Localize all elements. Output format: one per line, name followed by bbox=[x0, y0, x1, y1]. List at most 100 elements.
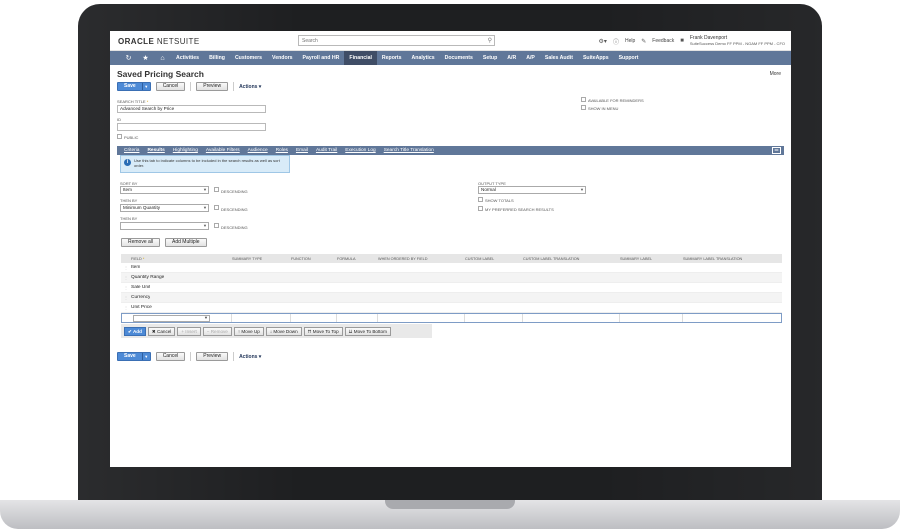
table-row[interactable]: ⋮ Unit Price bbox=[121, 303, 782, 313]
then-by-2-label: Then By bbox=[120, 216, 138, 221]
cancel-button[interactable]: Cancel bbox=[155, 82, 186, 91]
add-row-button[interactable]: ✔ Add bbox=[124, 326, 146, 336]
search-icon[interactable]: ⚲ bbox=[488, 37, 492, 44]
save-button[interactable]: Save ▼ bbox=[117, 82, 151, 91]
public-checkbox[interactable] bbox=[117, 134, 122, 139]
search-title-label: Search Title * bbox=[117, 99, 148, 104]
search-title-input[interactable]: Advanced Search by Price bbox=[117, 105, 266, 113]
descending-checkbox-2[interactable] bbox=[214, 205, 219, 210]
recent-users-icon[interactable]: ⚙▾ bbox=[599, 38, 607, 45]
table-row[interactable]: ⋮ Quantity Range bbox=[121, 273, 782, 283]
nav-activities[interactable]: Activities bbox=[171, 51, 204, 65]
table-row[interactable]: ⋮ Currency bbox=[121, 293, 782, 303]
recent-records-icon[interactable]: ↻ bbox=[120, 54, 137, 62]
oracle-netsuite-logo[interactable]: ORACLE NETSUITE bbox=[118, 37, 200, 46]
nav-ap[interactable]: A/P bbox=[521, 51, 540, 65]
cancel-button-bottom[interactable]: Cancel bbox=[155, 352, 186, 361]
nav-financial[interactable]: Financial bbox=[344, 51, 377, 65]
output-type-select[interactable]: Normal ▼ bbox=[478, 186, 586, 194]
available-for-reminders-checkbox[interactable] bbox=[581, 97, 586, 102]
col-custom-label: Custom Label bbox=[465, 256, 495, 261]
drag-handle-icon[interactable]: ⋮ bbox=[121, 265, 131, 270]
descending-checkbox-3[interactable] bbox=[214, 223, 219, 228]
tab-results[interactable]: Results bbox=[143, 146, 168, 155]
header-tools: ⚙▾ ⓘ Help ✎ Feedback ■ Frank Davenport S… bbox=[599, 35, 785, 47]
nav-reports[interactable]: Reports bbox=[377, 51, 407, 65]
move-down-button[interactable]: ↓ Move Down bbox=[265, 326, 302, 336]
nav-billing[interactable]: Billing bbox=[204, 51, 230, 65]
summary-type-cell[interactable] bbox=[232, 314, 291, 322]
more-link[interactable]: More bbox=[770, 71, 781, 77]
tab-audience[interactable]: Audience bbox=[244, 146, 272, 155]
home-icon[interactable]: ⌂ bbox=[154, 55, 171, 62]
tab-criteria[interactable]: Criteria bbox=[120, 146, 143, 155]
tab-available-filters[interactable]: Available Filters bbox=[202, 146, 244, 155]
grid-header: Field * Summary Type Function Formula Wh… bbox=[121, 254, 782, 263]
feedback-icon[interactable]: ✎ bbox=[641, 38, 646, 45]
save-options-chevron-icon[interactable]: ▼ bbox=[141, 83, 150, 90]
then-by-select[interactable]: Minimum Quantity ▼ bbox=[120, 204, 209, 212]
custom-label-translation-cell[interactable] bbox=[523, 314, 620, 322]
nav-ar[interactable]: A/R bbox=[502, 51, 521, 65]
insert-row-button[interactable]: + Insert bbox=[177, 326, 201, 336]
save-options-chevron-icon[interactable]: ▼ bbox=[141, 353, 150, 360]
tab-search-title-translation[interactable]: Search Title Translation bbox=[380, 146, 438, 155]
tab-email[interactable]: Email bbox=[292, 146, 312, 155]
save-button-bottom[interactable]: Save ▼ bbox=[117, 352, 151, 361]
user-avatar-icon[interactable]: ■ bbox=[680, 38, 684, 44]
sort-by-select[interactable]: Item ▼ bbox=[120, 186, 209, 194]
feedback-link[interactable]: Feedback bbox=[652, 38, 674, 44]
drag-handle-icon[interactable]: ⋮ bbox=[121, 275, 131, 280]
move-to-top-button[interactable]: ⇈ Move To Top bbox=[303, 326, 343, 336]
table-row[interactable]: ⋮ Sale Unit bbox=[121, 283, 782, 293]
descending-checkbox-1[interactable] bbox=[214, 187, 219, 192]
drag-handle-icon[interactable]: ⋮ bbox=[121, 295, 131, 300]
remove-all-button[interactable]: Remove all bbox=[121, 238, 161, 247]
info-icon: i bbox=[124, 159, 131, 166]
nav-analytics[interactable]: Analytics bbox=[407, 51, 440, 65]
nav-documents[interactable]: Documents bbox=[440, 51, 478, 65]
move-up-button[interactable]: ↑ Move Up bbox=[233, 326, 264, 336]
drag-handle-icon[interactable]: ⋮ bbox=[121, 285, 131, 290]
row-field-value: Currency bbox=[131, 295, 151, 300]
show-totals-checkbox[interactable] bbox=[478, 197, 483, 202]
help-icon[interactable]: ⓘ bbox=[613, 37, 619, 46]
formula-cell[interactable] bbox=[337, 314, 378, 322]
id-input[interactable] bbox=[117, 123, 266, 131]
actions-menu[interactable]: Actions ▾ bbox=[239, 84, 261, 90]
tab-execution-log[interactable]: Execution Log bbox=[341, 146, 379, 155]
nav-vendors[interactable]: Vendors bbox=[267, 51, 297, 65]
remove-row-button[interactable]: − Remove bbox=[202, 326, 232, 336]
move-to-bottom-button[interactable]: ⇊ Move To Bottom bbox=[344, 326, 391, 336]
preview-button-bottom[interactable]: Preview bbox=[196, 352, 229, 361]
cancel-row-button[interactable]: ✖ Cancel bbox=[147, 326, 176, 336]
nav-setup[interactable]: Setup bbox=[478, 51, 502, 65]
preferred-results-checkbox[interactable] bbox=[478, 206, 483, 211]
add-multiple-button[interactable]: Add Multiple bbox=[165, 238, 207, 247]
nav-support[interactable]: Support bbox=[614, 51, 644, 65]
tab-audit-trail[interactable]: Audit Trail bbox=[312, 146, 341, 155]
global-search-input[interactable] bbox=[299, 36, 479, 45]
nav-customers[interactable]: Customers bbox=[230, 51, 267, 65]
tab-highlighting[interactable]: Highlighting bbox=[169, 146, 202, 155]
nav-suiteapps[interactable]: SuiteApps bbox=[578, 51, 614, 65]
nav-sales-audit[interactable]: Sales Audit bbox=[540, 51, 578, 65]
drag-handle-icon[interactable]: ⋮ bbox=[121, 305, 131, 310]
user-menu[interactable]: Frank Davenport SuiteSuccess Demo FF PPM… bbox=[690, 35, 785, 47]
help-link[interactable]: Help bbox=[625, 38, 635, 44]
new-field-select[interactable]: ▼ bbox=[133, 314, 210, 322]
show-in-menu-checkbox[interactable] bbox=[581, 105, 586, 110]
when-ordered-by-cell[interactable] bbox=[378, 314, 465, 322]
actions-menu-bottom[interactable]: Actions ▾ bbox=[239, 354, 261, 360]
summary-label-cell[interactable] bbox=[620, 314, 683, 322]
table-row[interactable]: ⋮ Item bbox=[121, 263, 782, 273]
custom-label-cell[interactable] bbox=[465, 314, 523, 322]
nav-payroll-hr[interactable]: Payroll and HR bbox=[298, 51, 345, 65]
global-search[interactable]: ⚲ bbox=[298, 35, 495, 46]
preview-button[interactable]: Preview bbox=[196, 82, 229, 91]
function-cell[interactable] bbox=[291, 314, 337, 322]
tab-roles[interactable]: Roles bbox=[272, 146, 292, 155]
then-by-2-select[interactable]: ▼ bbox=[120, 222, 209, 230]
shortcuts-star-icon[interactable]: ★ bbox=[137, 54, 154, 62]
tab-menu-icon[interactable]: ☰ bbox=[772, 147, 781, 154]
